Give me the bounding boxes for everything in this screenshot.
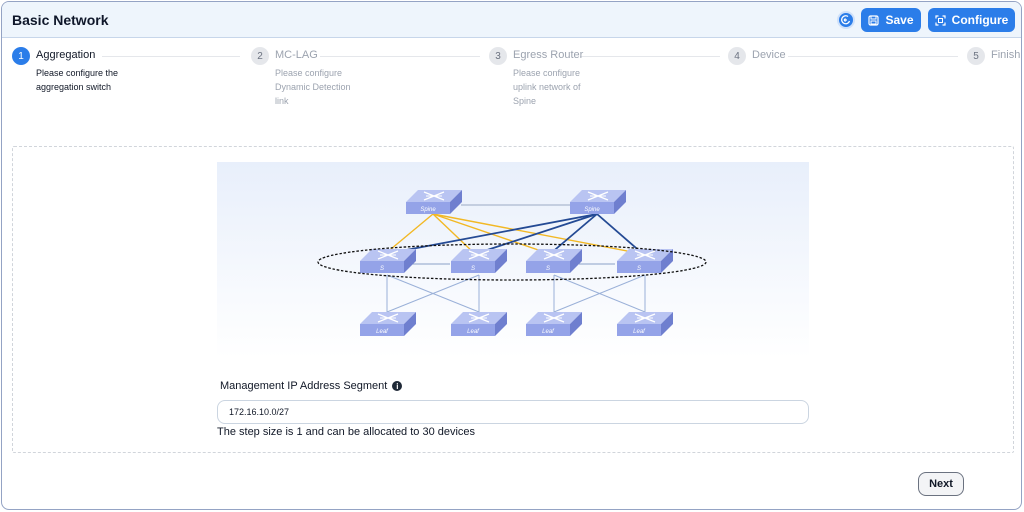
svg-text:Leaf: Leaf <box>467 329 480 335</box>
save-icon <box>868 14 880 26</box>
leaf-switch: Leaf <box>616 311 674 337</box>
svg-text:Leaf: Leaf <box>633 329 646 335</box>
step-title: Aggregation <box>36 49 96 61</box>
step-title: Device <box>752 49 786 61</box>
network-topology-diagram: Spine Spine S S S S Leaf Leaf Leaf Leaf <box>217 162 809 358</box>
aggregation-switch: S <box>450 248 508 274</box>
aggregation-switch: S <box>616 248 674 274</box>
leaf-switch: Leaf <box>450 311 508 337</box>
back-arrow-icon <box>841 15 851 25</box>
step-number: 3 <box>489 47 507 65</box>
configure-button[interactable]: Configure <box>928 8 1015 32</box>
step-connector <box>320 56 480 57</box>
svg-text:S: S <box>546 266 550 272</box>
step-title: Finish <box>991 49 1021 61</box>
back-button[interactable] <box>837 11 855 29</box>
info-icon[interactable]: i <box>392 381 403 391</box>
step-description: Please configure uplink network of Spine <box>513 68 581 106</box>
aggregation-switch: S <box>525 248 583 274</box>
ip-segment-hint: The step size is 1 and can be allocated … <box>217 426 476 438</box>
svg-text:Leaf: Leaf <box>542 329 555 335</box>
step-connector <box>788 56 958 57</box>
ip-segment-label-text: Management IP Address Segment <box>220 380 388 392</box>
page-title: Basic Network <box>12 12 109 28</box>
ip-segment-label: Management IP Address Segment i <box>220 380 403 392</box>
step-number: 2 <box>251 47 269 65</box>
save-button-label: Save <box>885 13 914 27</box>
leaf-switch: Leaf <box>525 311 583 337</box>
step-title: MC-LAG <box>275 49 318 61</box>
diagram-background <box>217 162 809 358</box>
svg-text:S: S <box>637 266 641 272</box>
configure-icon <box>935 14 946 26</box>
step-number: 1 <box>12 47 30 65</box>
step-title: Egress Router <box>513 49 584 61</box>
leaf-switch: Leaf <box>359 311 417 337</box>
app-window: Basic Network Save Configure 1 Aggregati… <box>1 1 1022 510</box>
header-bar: Basic Network Save Configure <box>2 2 1021 38</box>
svg-text:Spine: Spine <box>420 207 436 213</box>
step-connector <box>102 56 240 57</box>
step-connector <box>580 56 720 57</box>
step-number: 5 <box>967 47 985 65</box>
save-button[interactable]: Save <box>861 8 921 32</box>
svg-text:S: S <box>471 266 475 272</box>
step-number: 4 <box>728 47 746 65</box>
aggregation-switch: S <box>359 248 417 274</box>
ip-segment-input[interactable] <box>217 400 809 424</box>
step-description: Please configure Dynamic Detection link <box>275 68 351 106</box>
next-button[interactable]: Next <box>918 472 964 496</box>
svg-text:Leaf: Leaf <box>376 329 389 335</box>
configure-button-label: Configure <box>951 13 1009 27</box>
svg-text:Spine: Spine <box>584 207 600 213</box>
spine-switch: Spine <box>569 189 627 215</box>
spine-switch: Spine <box>405 189 463 215</box>
svg-text:S: S <box>380 266 384 272</box>
step-description: Please configure the aggregation switch <box>36 68 119 92</box>
